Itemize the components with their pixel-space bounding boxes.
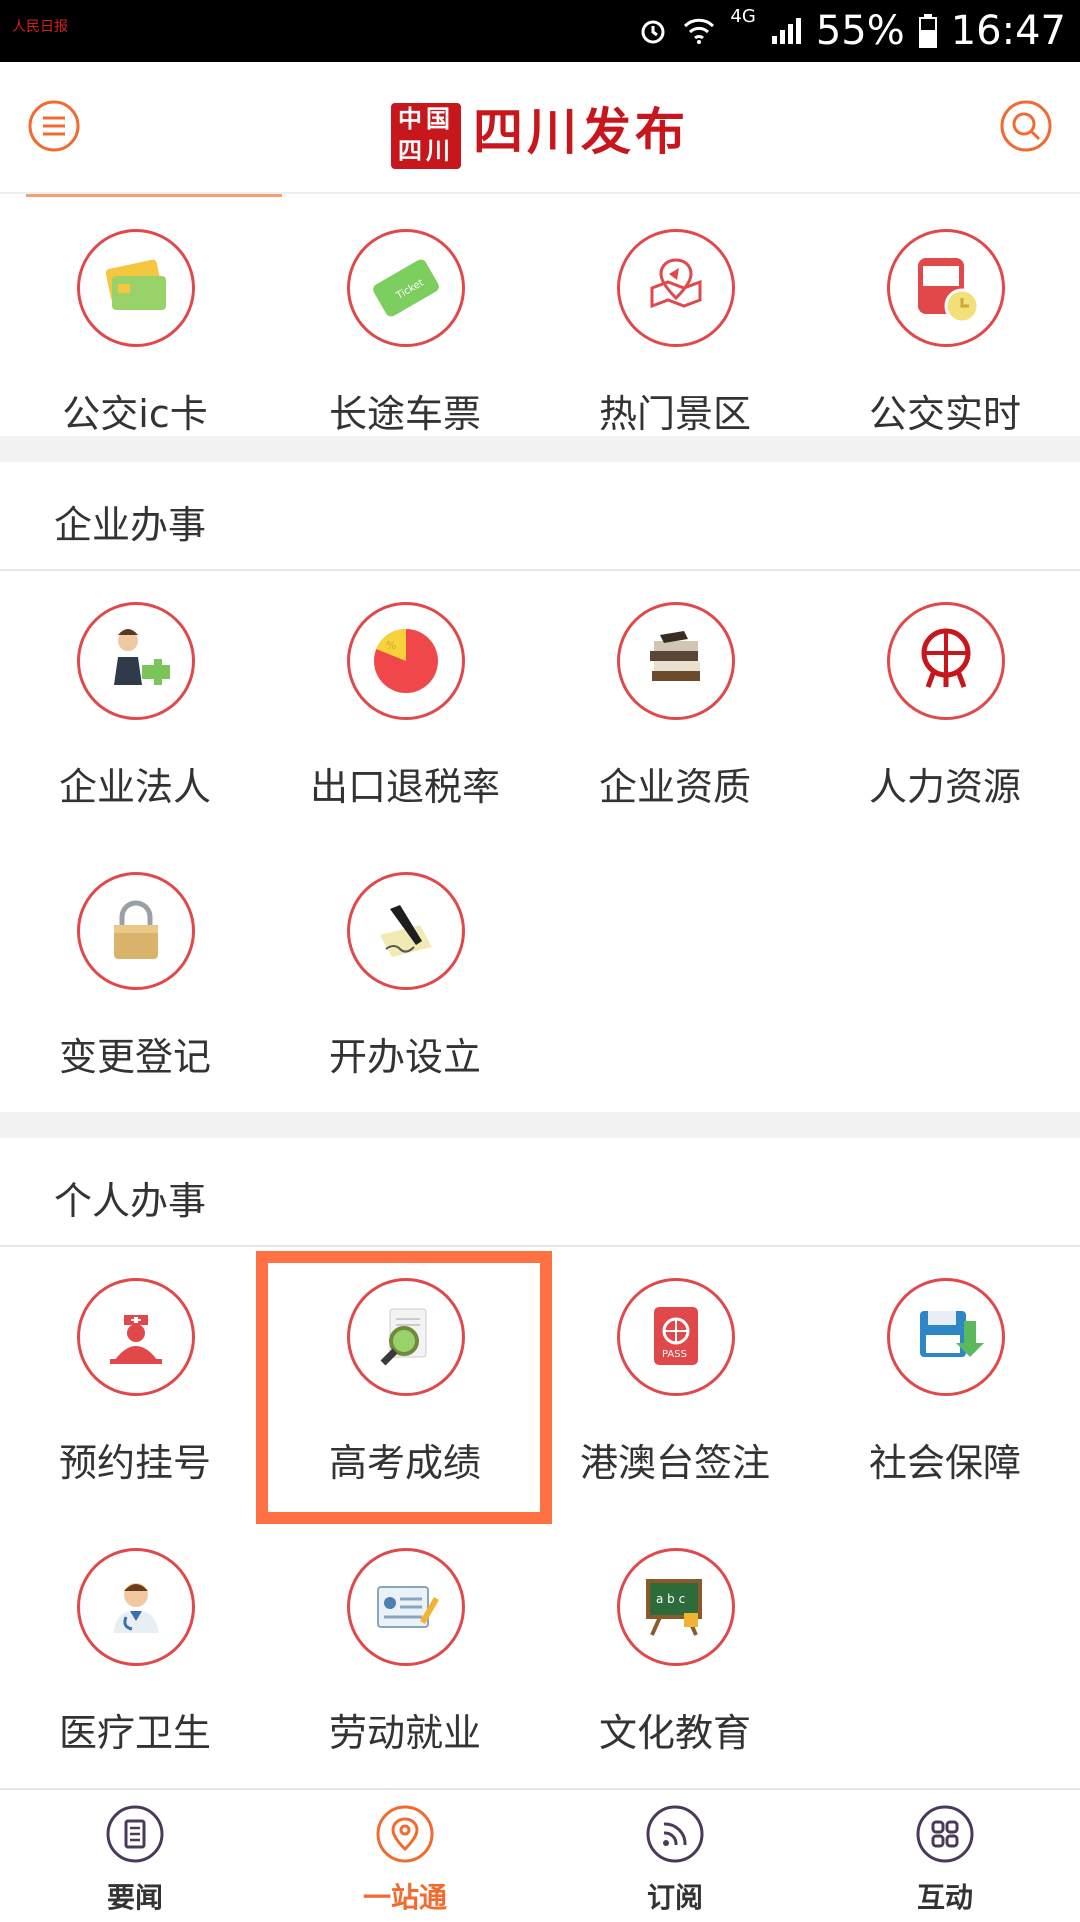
service-human-resources[interactable]: 人力资源 — [810, 578, 1080, 848]
section-separator — [0, 1112, 1080, 1138]
service-label: 公交实时 — [868, 392, 1021, 436]
service-enterprise-qualification[interactable]: 企业资质 — [540, 578, 810, 848]
sign-document-icon — [380, 905, 432, 957]
bus-clock-icon — [918, 258, 980, 324]
alarm-icon — [641, 20, 665, 44]
service-label: 文化教育 — [598, 1711, 751, 1755]
section-title-business: 企业办事 — [54, 503, 207, 547]
service-business-setup[interactable]: 开办设立 — [270, 848, 540, 1118]
bottom-nav: 要闻 一站通 订阅 互动 — [0, 1788, 1080, 1922]
battery-icon — [918, 14, 937, 48]
search-button[interactable] — [998, 98, 1054, 154]
service-medical[interactable]: 医疗卫生 — [0, 1524, 270, 1794]
signal-icon — [771, 18, 801, 44]
grid-icon — [916, 1805, 974, 1863]
svg-text:%: % — [386, 639, 396, 652]
nav-news[interactable]: 要闻 — [0, 1790, 270, 1922]
location-pin-icon — [376, 1805, 434, 1863]
nav-subscribe[interactable]: 订阅 — [540, 1790, 810, 1922]
service-employment[interactable]: 劳动就业 — [270, 1524, 540, 1794]
section-title-personal: 个人办事 — [54, 1179, 207, 1223]
service-label: 预约挂号 — [58, 1441, 211, 1485]
service-label: 劳动就业 — [328, 1711, 481, 1755]
nurse-icon — [110, 1315, 162, 1364]
service-label: 热门景区 — [598, 392, 751, 436]
service-social-security[interactable]: 社会保障 — [810, 1254, 1080, 1524]
service-long-distance-ticket[interactable]: Ticket 长途车票 — [270, 205, 540, 475]
globe-person-icon — [921, 628, 971, 688]
page-title: 中国四川 四川发布 — [0, 92, 1080, 169]
service-bus-realtime[interactable]: 公交实时 — [810, 205, 1080, 475]
status-bar: 人民日报 4G 55% 16:47 — [0, 0, 1080, 62]
service-legal-person[interactable]: 企业法人 — [0, 578, 270, 848]
service-label: 人力资源 — [868, 765, 1021, 809]
highlight-box — [256, 1251, 552, 1524]
lock-icon — [114, 900, 158, 959]
service-appointment[interactable]: 预约挂号 — [0, 1254, 270, 1524]
transit-card-icon — [105, 259, 166, 310]
service-hk-macau-taiwan-visa[interactable]: PASS 港澳台签注 — [540, 1254, 810, 1524]
news-icon — [106, 1805, 164, 1863]
chalkboard-icon: a b c — [646, 1579, 702, 1636]
id-card-icon — [377, 1586, 439, 1628]
brand-seal: 中国四川 — [391, 103, 461, 169]
passport-icon: PASS — [654, 1307, 698, 1365]
personal-row-2: 医疗卫生 劳动就业 a b c 文化教育 — [0, 1524, 1080, 1794]
service-export-tax-rebate[interactable]: % 出口退税率 — [270, 578, 540, 848]
map-pin-icon — [650, 258, 702, 309]
svg-text:a b c: a b c — [656, 1592, 685, 1606]
nav-label: 订阅 — [646, 1881, 703, 1914]
service-label: 长途车票 — [328, 392, 481, 436]
service-change-registration[interactable]: 变更登记 — [0, 848, 270, 1118]
ticket-icon: Ticket — [373, 259, 439, 317]
network-type: 4G — [730, 6, 756, 27]
pie-chart-icon: % — [374, 628, 438, 693]
clock: 16:47 — [950, 8, 1066, 54]
service-label: 公交ic卡 — [62, 392, 208, 436]
business-person-icon — [114, 629, 170, 685]
service-label: 变更登记 — [58, 1035, 211, 1079]
nav-label: 要闻 — [106, 1881, 163, 1914]
service-label: 医疗卫生 — [58, 1711, 211, 1755]
service-scenic-spots[interactable]: 热门景区 — [540, 205, 810, 475]
service-culture-education[interactable]: a b c 文化教育 — [540, 1524, 810, 1794]
active-tab-indicator — [26, 194, 282, 197]
service-label: 开办设立 — [328, 1035, 481, 1079]
rss-icon — [646, 1805, 704, 1863]
section-separator — [0, 436, 1080, 462]
doctor-icon — [114, 1583, 158, 1633]
search-icon — [1000, 100, 1052, 152]
app-header: 中国四川 四川发布 — [0, 62, 1080, 194]
service-label: 社会保障 — [868, 1441, 1021, 1485]
save-disk-icon — [920, 1311, 984, 1357]
nav-label: 一站通 — [362, 1881, 447, 1914]
nav-one-stop[interactable]: 一站通 — [270, 1790, 540, 1922]
app-logo: 人民日报 — [12, 19, 68, 35]
nav-label: 互动 — [916, 1881, 973, 1914]
battery-percent: 55% — [815, 8, 905, 54]
service-label: 出口退税率 — [309, 765, 500, 809]
divider — [0, 1245, 1080, 1247]
wifi-icon — [684, 18, 715, 44]
service-label: 企业法人 — [58, 765, 211, 809]
nav-interact[interactable]: 互动 — [810, 1790, 1080, 1922]
svg-text:PASS: PASS — [662, 1349, 687, 1360]
service-label: 港澳台签注 — [579, 1441, 770, 1485]
service-transit-card[interactable]: 公交ic卡 — [0, 205, 270, 475]
brand-title: 四川发布 — [473, 102, 689, 161]
service-label: 企业资质 — [598, 765, 751, 809]
business-row-1: 企业法人 % 出口退税率 企业资质 人力资源 — [0, 578, 1080, 848]
top-services-row: 公交ic卡 Ticket 长途车票 热门景区 公交实时 — [0, 205, 1080, 475]
business-row-2: 变更登记 开办设立 — [0, 848, 1080, 1118]
books-icon — [650, 631, 700, 681]
divider — [0, 569, 1080, 571]
